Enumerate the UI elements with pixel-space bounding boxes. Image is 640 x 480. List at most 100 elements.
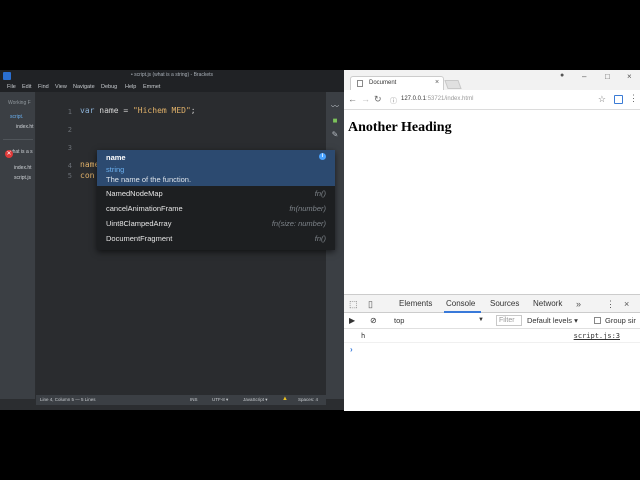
menu-edit[interactable]: Edit — [22, 84, 31, 90]
code-line-5[interactable]: con — [80, 171, 94, 180]
brackets-titlebar: • script.js (what is a string) - Bracket… — [0, 70, 344, 82]
code-line-1[interactable]: var name = "Hichem MED"; — [80, 106, 196, 115]
reload-icon[interactable]: ↻ — [374, 94, 382, 105]
menu-find[interactable]: Find — [38, 84, 49, 90]
hint-label: NamedNodeMap — [106, 189, 163, 198]
log-source-link[interactable]: script.js:3 — [574, 332, 620, 340]
hint-item[interactable]: Uint8ClampedArray fn(size: number) — [97, 216, 335, 231]
tab-network[interactable]: Network — [533, 299, 562, 308]
project-file-index[interactable]: index.ht — [14, 165, 35, 171]
working-file-script[interactable]: script. — [10, 114, 35, 120]
language-select[interactable]: JavaScript ▾ — [243, 397, 268, 403]
tab-console[interactable]: Console — [446, 299, 475, 308]
brackets-menubar: File Edit Find View Navigate Debug Help … — [0, 82, 344, 92]
new-tab-button[interactable] — [444, 80, 462, 89]
back-icon[interactable]: ← — [348, 94, 357, 104]
more-tabs-icon[interactable]: » — [576, 299, 581, 309]
tab-elements[interactable]: Elements — [399, 299, 432, 308]
profile-icon[interactable]: ● — [560, 72, 564, 79]
line-number: 5 — [67, 172, 72, 180]
hint-signature: fn(size: number) — [271, 219, 326, 228]
context-dropdown-icon[interactable]: ▼ — [478, 317, 484, 323]
group-similar-checkbox[interactable] — [594, 317, 601, 324]
console-prompt-icon[interactable]: › — [350, 345, 353, 354]
line-number: 2 — [67, 126, 72, 134]
log-levels-select[interactable]: Default levels ▾ — [527, 316, 578, 325]
hint-item-selected[interactable]: name string The name of the function. i — [97, 150, 335, 186]
browser-toolbar: ← → ↻ ⓘ 127.0.0.1:53721/index.html ☆ ⋮ — [344, 90, 640, 110]
menu-help[interactable]: Help — [125, 84, 136, 90]
line-number: 1 — [67, 108, 72, 116]
site-info-icon[interactable]: ⓘ — [390, 96, 397, 106]
inspect-element-icon[interactable]: ⬚ — [349, 299, 358, 310]
line-number: 4 — [67, 162, 72, 170]
hint-type: string — [106, 165, 125, 174]
insert-mode[interactable]: INS — [190, 397, 198, 402]
context-select[interactable]: top — [394, 316, 404, 325]
extension-icon[interactable] — [614, 95, 623, 104]
menu-navigate[interactable]: Navigate — [73, 84, 95, 90]
close-devtools-icon[interactable]: × — [624, 299, 629, 309]
working-file-index[interactable]: index.ht — [16, 124, 35, 130]
brackets-window-title: • script.js (what is a string) - Bracket… — [130, 72, 214, 78]
device-toolbar-icon[interactable]: ▯ — [368, 299, 373, 310]
statusbar: Line 4, Column 5 — 5 Lines INS UTF-8 ▾ J… — [36, 395, 326, 405]
menu-emmet[interactable]: Emmet — [143, 84, 160, 90]
encoding-select[interactable]: UTF-8 ▾ — [212, 397, 228, 403]
forward-icon[interactable]: → — [361, 94, 370, 104]
menu-debug[interactable]: Debug — [101, 84, 117, 90]
console-log-row: h script.js:3 — [344, 329, 640, 343]
menu-file[interactable]: File — [7, 84, 16, 90]
minimize-icon[interactable]: – — [582, 72, 586, 81]
screen: • script.js (what is a string) - Bracket… — [0, 0, 640, 480]
hint-item[interactable]: NamedNodeMap fn() — [97, 186, 335, 201]
warning-icon[interactable]: ▲ — [282, 396, 288, 402]
maximize-icon[interactable]: □ — [605, 72, 610, 81]
clear-console-icon[interactable]: ⊘ — [370, 316, 377, 325]
tab-title: Document — [369, 80, 397, 86]
console-filter-input[interactable]: Filter — [496, 315, 522, 326]
hint-item[interactable]: DocumentFragment fn() — [97, 231, 335, 246]
address-bar[interactable]: ⓘ 127.0.0.1:53721/index.html ☆ — [387, 93, 609, 107]
tab-document[interactable]: Document × — [350, 76, 444, 90]
tools-icon[interactable]: ✎ — [330, 130, 340, 139]
url-path: :53721/index.html — [426, 96, 474, 102]
close-tab-icon[interactable]: × — [435, 79, 439, 86]
hint-label: cancelAnimationFrame — [106, 204, 183, 213]
hint-signature: fn(number) — [289, 204, 326, 213]
lint-error-icon[interactable]: ✕ — [5, 150, 13, 158]
code-hint-popup: name string The name of the function. i … — [97, 150, 335, 250]
devtools-menu-icon[interactable]: ⋮ — [606, 299, 615, 310]
extension-manager-icon[interactable]: ■ — [330, 116, 340, 125]
cursor-position: Line 4, Column 5 — 5 Lines — [40, 397, 96, 402]
working-files-header: Working F — [8, 100, 31, 106]
code-keyword: var — [80, 106, 95, 115]
hint-doc: The name of the function. — [106, 175, 192, 184]
hint-label: Uint8ClampedArray — [106, 219, 172, 228]
menu-kebab-icon[interactable]: ⋮ — [629, 93, 638, 104]
sidebar-divider — [3, 139, 33, 140]
hint-signature: fn() — [314, 234, 326, 243]
page-heading: Another Heading — [348, 120, 452, 135]
indent-spaces[interactable]: Spaces: 4 — [298, 397, 318, 402]
page-icon — [357, 80, 363, 87]
browser-window: Document × ● – □ × ← → ↻ ⓘ 127.0.0.1:537… — [344, 70, 640, 411]
url-host: 127.0.0.1 — [401, 96, 427, 102]
hint-item[interactable]: cancelAnimationFrame fn(number) — [97, 201, 335, 216]
hint-signature: fn() — [314, 189, 326, 198]
bookmark-star-icon[interactable]: ☆ — [598, 94, 606, 105]
code-identifier: name = — [94, 106, 133, 115]
console-output[interactable]: h script.js:3 › — [344, 329, 640, 411]
live-preview-icon[interactable]: 〰 — [330, 102, 340, 111]
console-filterbar: ▶ ⊘ top ▼ Filter Default levels ▾ Group … — [344, 313, 640, 329]
info-icon[interactable]: i — [319, 153, 326, 160]
project-file-script[interactable]: script.js — [14, 175, 35, 181]
sidebar-toggle-icon[interactable]: ▶ — [349, 316, 355, 325]
close-window-icon[interactable]: × — [627, 72, 632, 81]
menu-view[interactable]: View — [55, 84, 67, 90]
hint-label: DocumentFragment — [106, 234, 173, 243]
devtools-tabbar: ⬚ ▯ Elements Console Sources Network » ⋮… — [344, 295, 640, 313]
code-semicolon: ; — [190, 106, 196, 115]
line-number: 3 — [67, 144, 72, 152]
tab-sources[interactable]: Sources — [490, 299, 519, 308]
